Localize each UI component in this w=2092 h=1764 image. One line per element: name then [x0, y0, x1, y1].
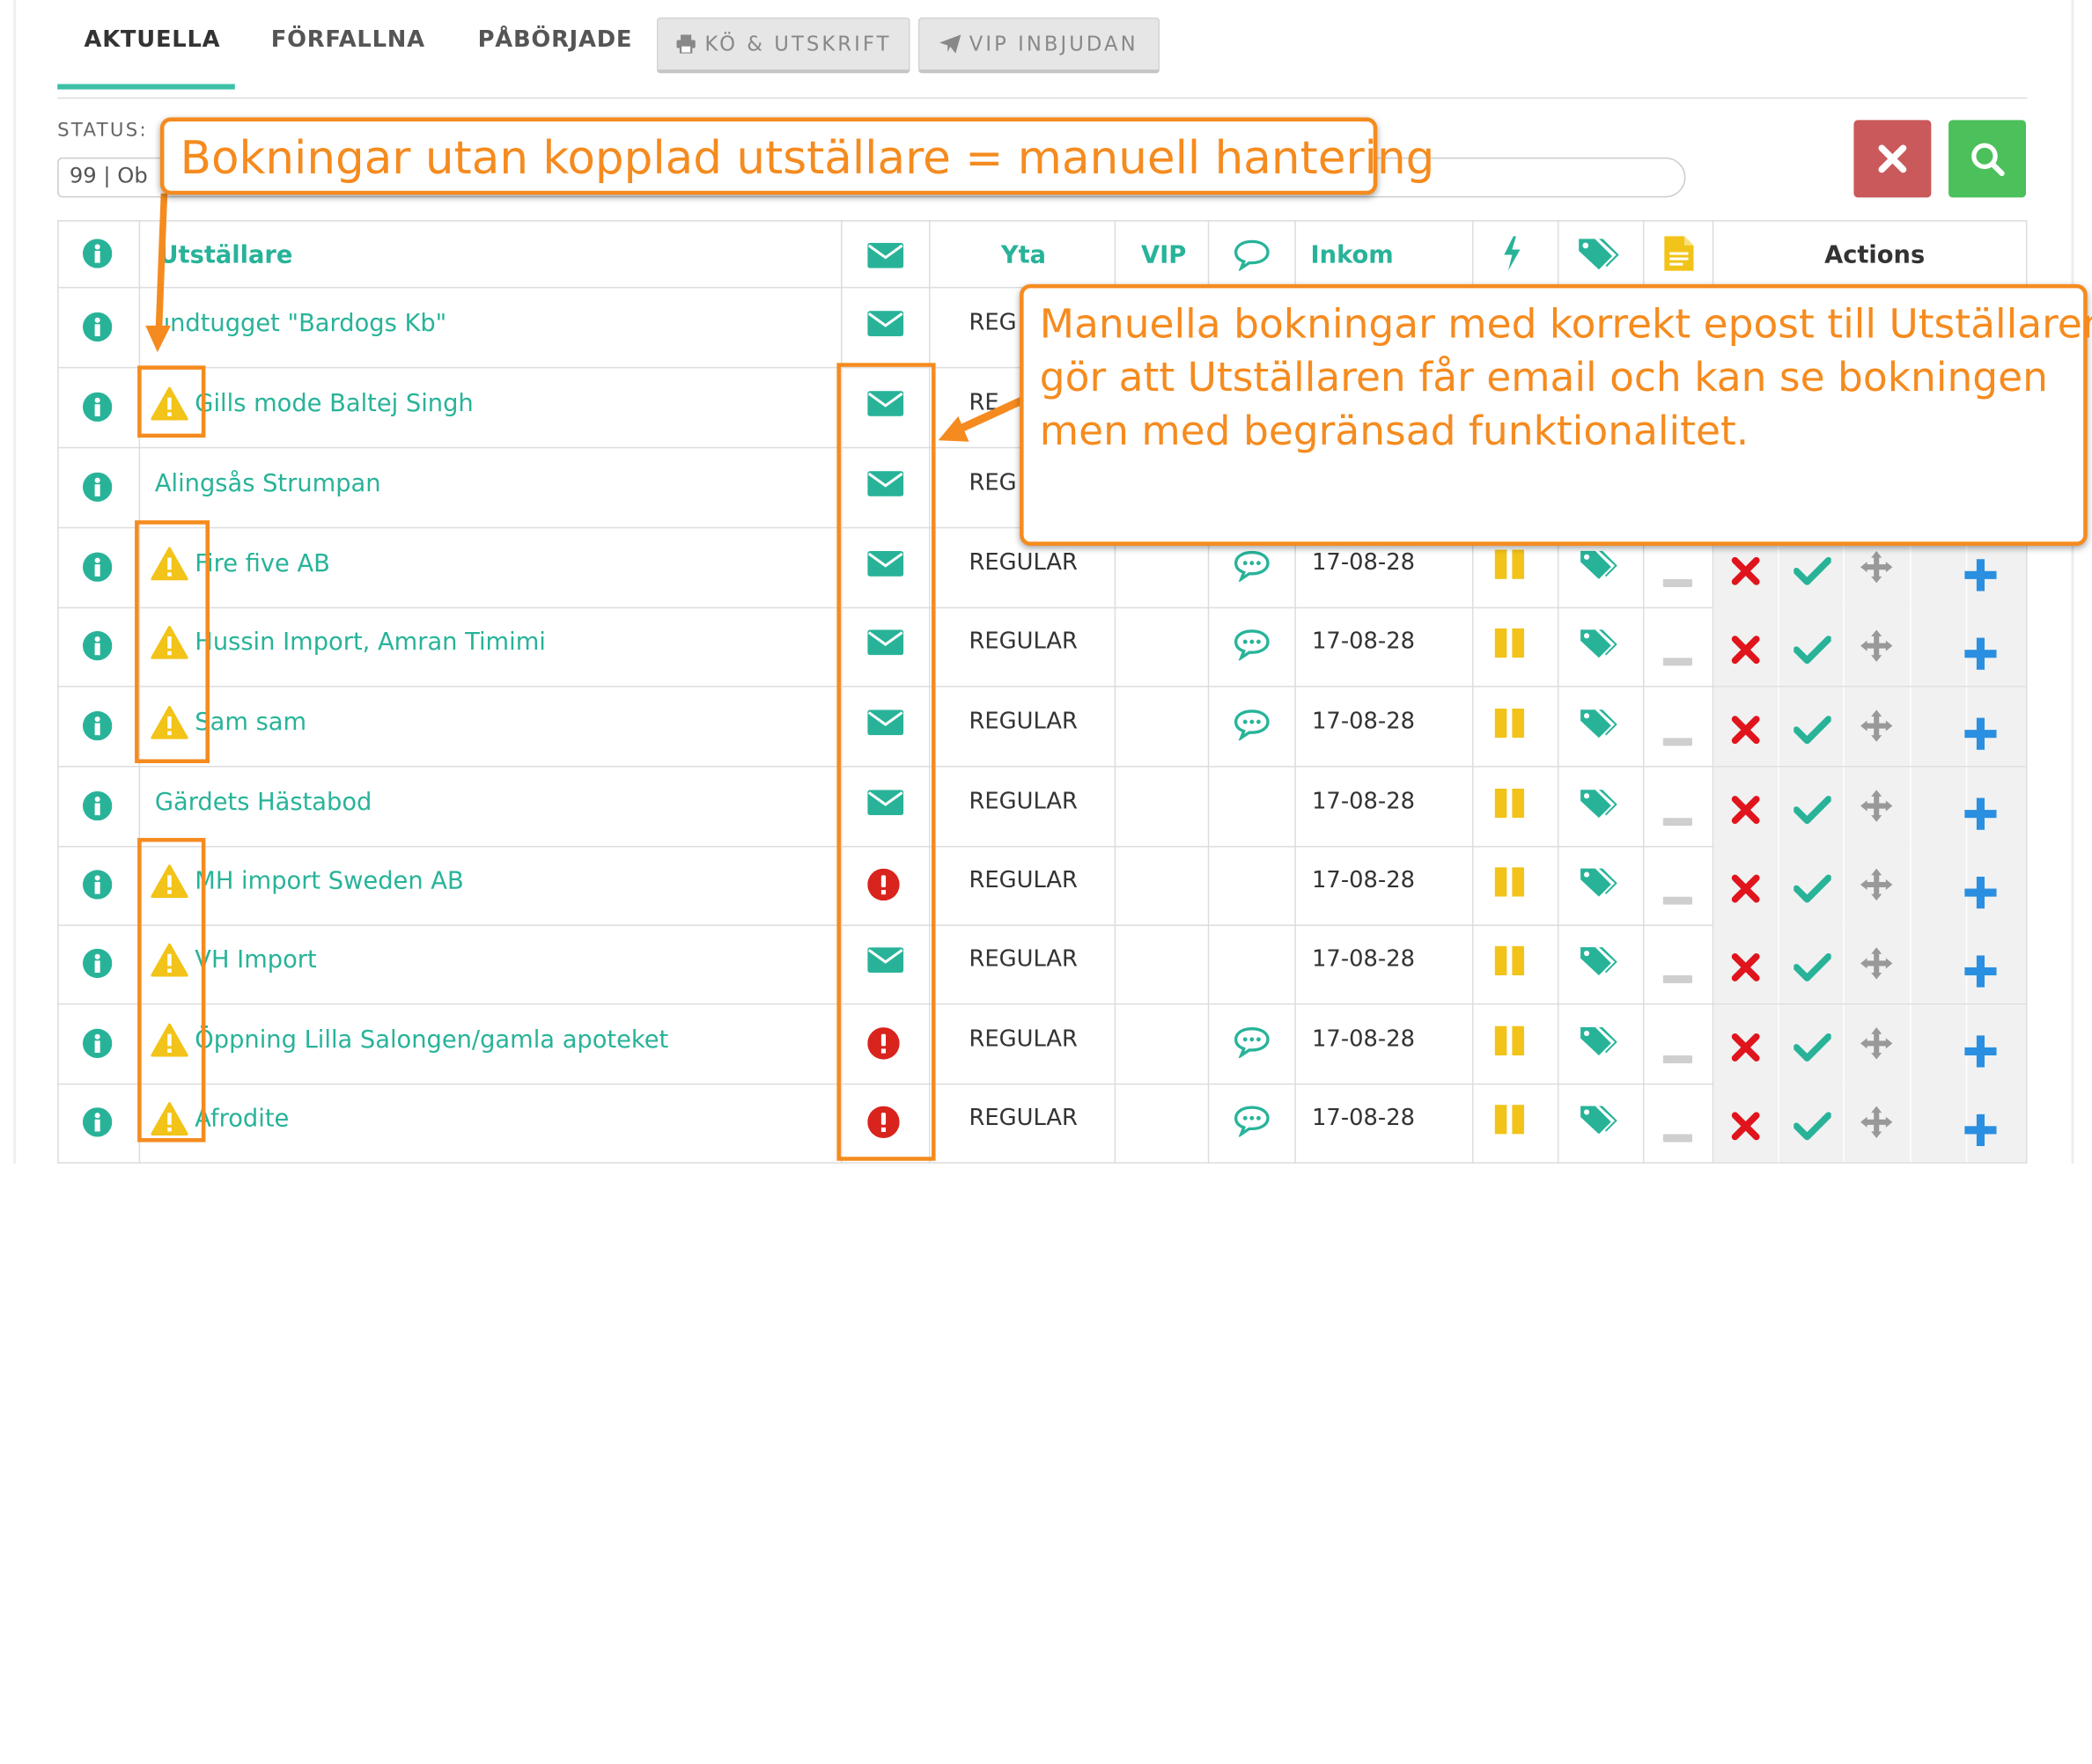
screenshot: AKTUELLA FÖRFALLNA PÅBÖRJADE KÖ & UTSKRI…	[0, 0, 2092, 1164]
callout-manual-handling-text: Bokningar utan kopplad utställare = manu…	[180, 132, 1435, 186]
callout-email-line2: gör att Utställaren får email och kan se…	[1039, 355, 2048, 402]
callout-email-line1: Manuella bokningar med korrekt epost til…	[1039, 301, 2092, 349]
callout-email-info: Manuella bokningar med korrekt epost til…	[1020, 283, 2092, 546]
callout-email-line3: men med begränsad funktionalitet.	[1039, 408, 1749, 455]
callout-manual-handling: Bokningar utan kopplad utställare = manu…	[159, 117, 1434, 195]
